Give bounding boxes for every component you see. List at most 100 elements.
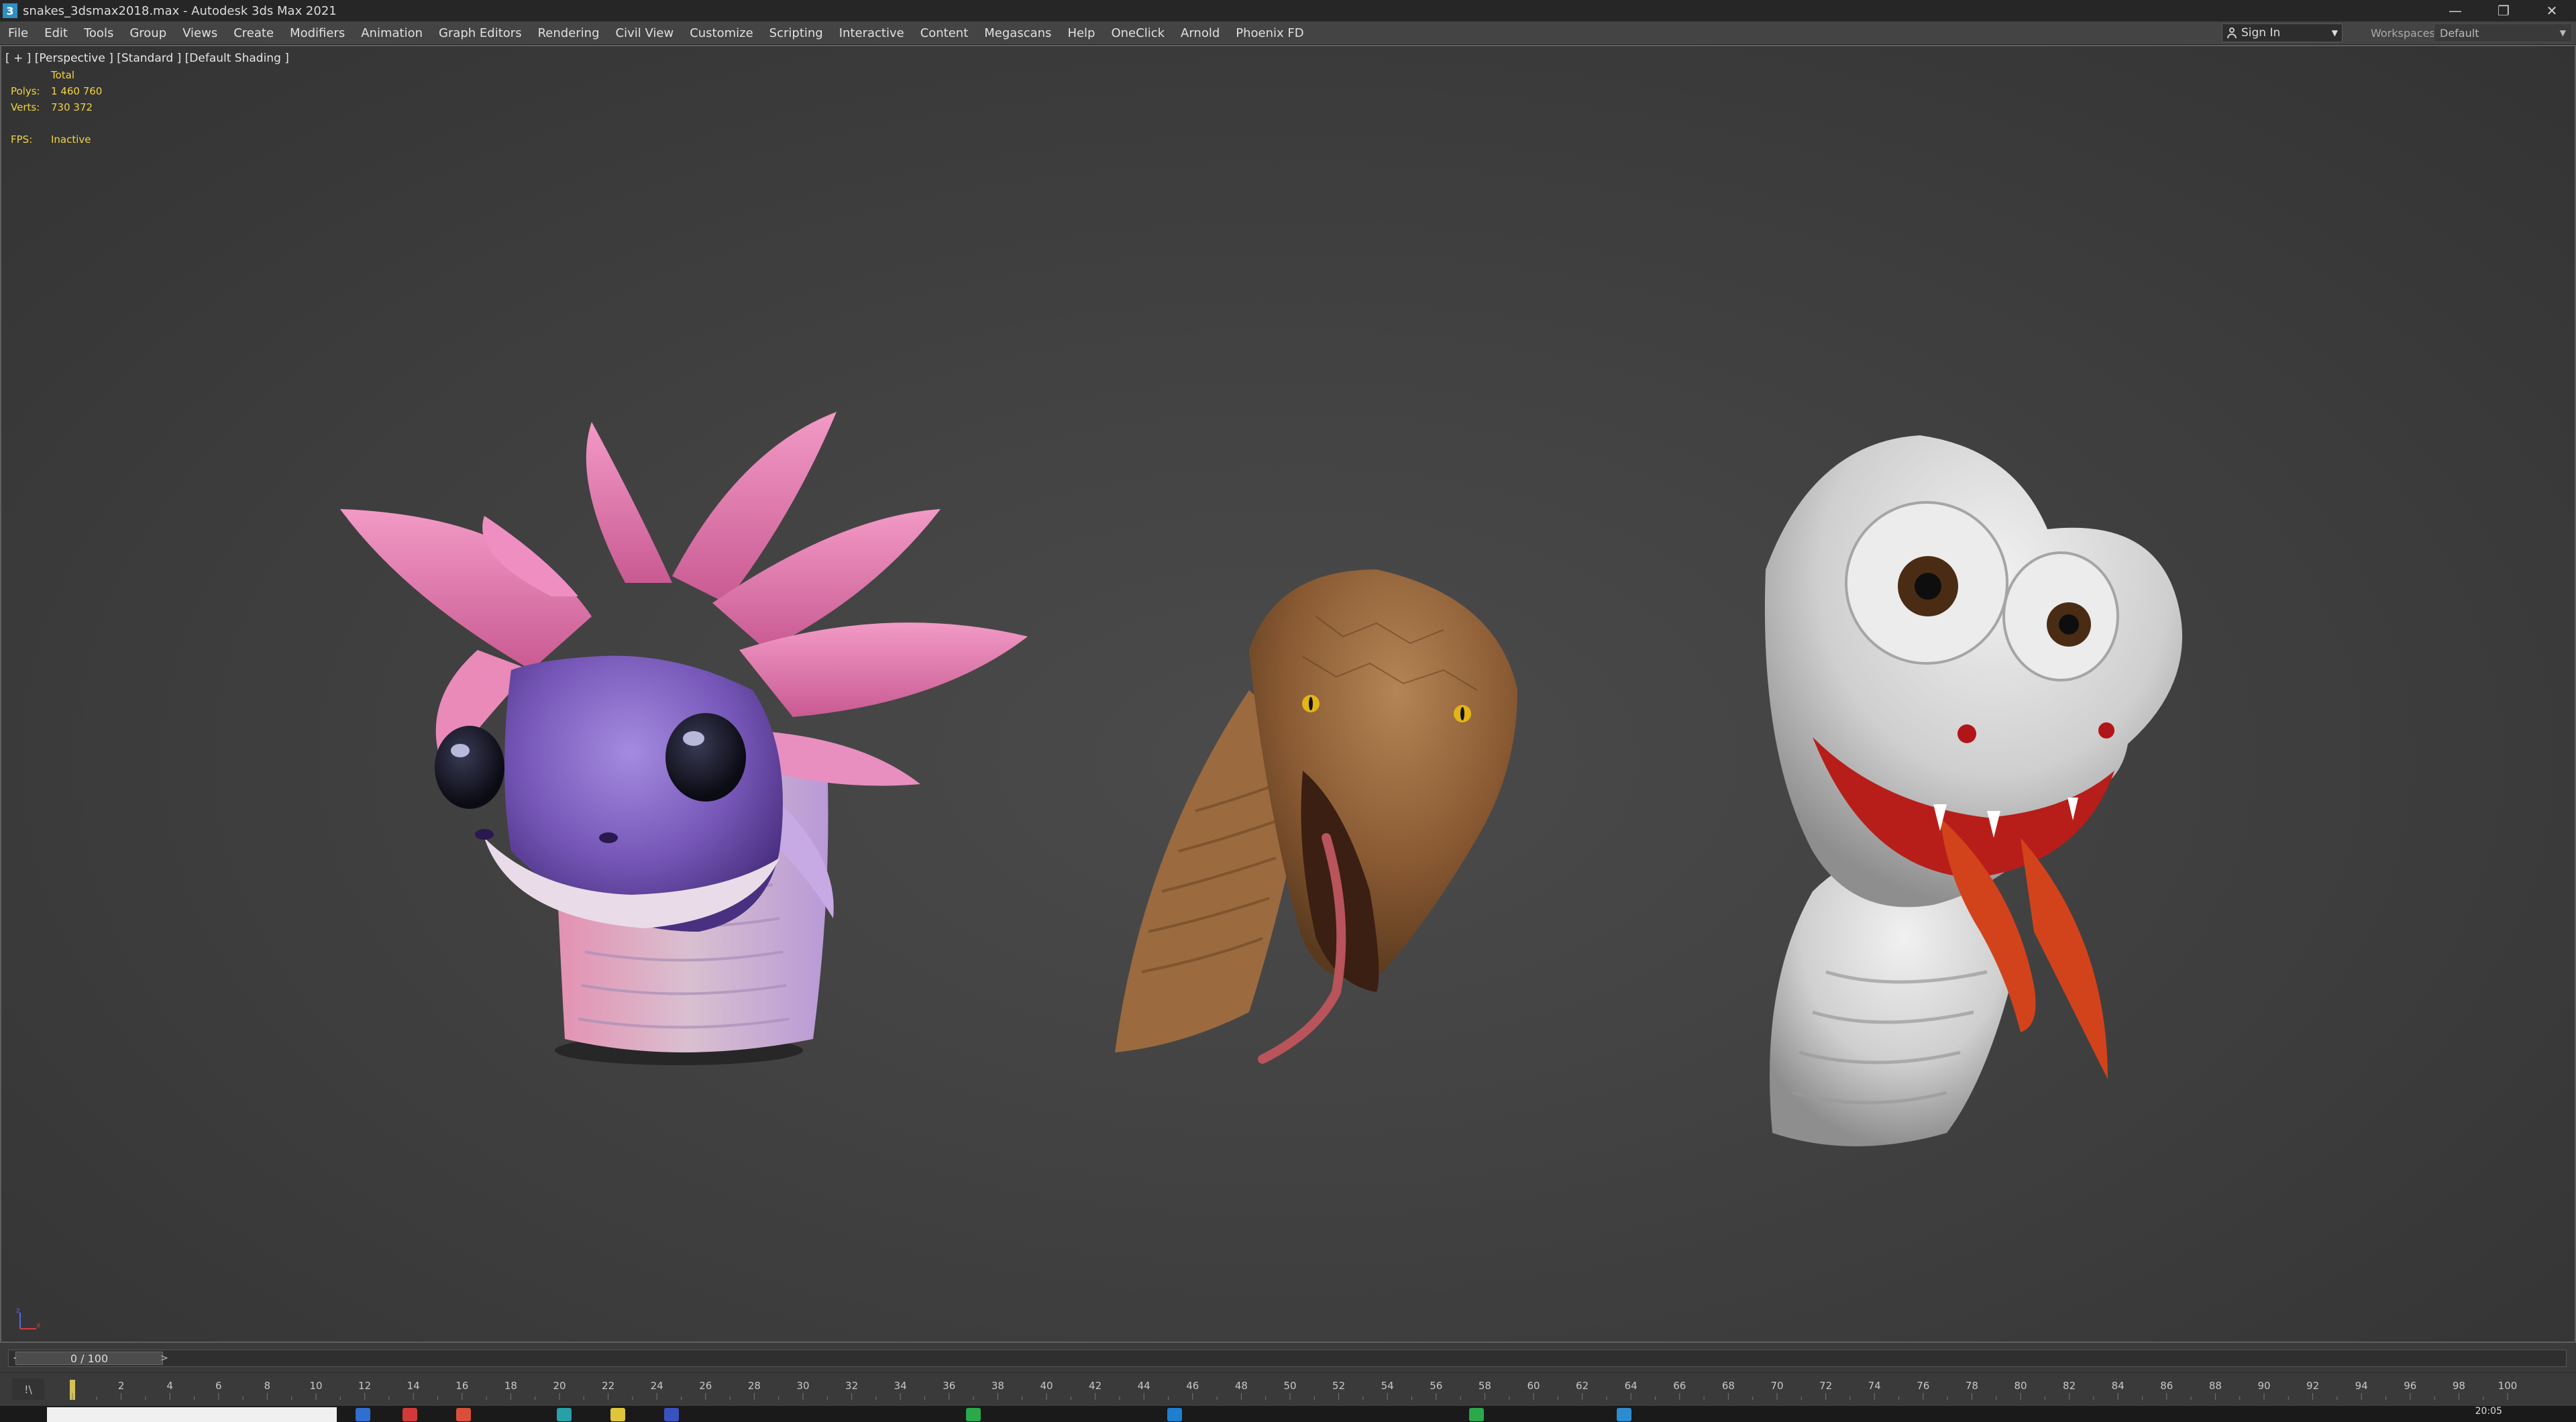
ruler-tick-label: 56 xyxy=(1430,1380,1442,1392)
menu-oneclick[interactable]: OneClick xyxy=(1103,26,1173,40)
ruler-tick-label: 36 xyxy=(943,1380,955,1392)
ruler-tick-label: 60 xyxy=(1527,1380,1540,1392)
chevron-down-icon: ▼ xyxy=(2331,28,2338,38)
menu-content[interactable]: Content xyxy=(912,26,977,40)
ruler-tick-label: 34 xyxy=(894,1380,907,1392)
perspective-viewport[interactable]: [ + ] [Perspective ] [Standard ] [Defaul… xyxy=(0,45,2576,1343)
chevron-down-icon: ▼ xyxy=(2559,28,2566,38)
menu-customize[interactable]: Customize xyxy=(682,26,761,40)
taskbar-clock[interactable]: 20:05 xyxy=(2475,1406,2502,1417)
ruler-tick-label: 68 xyxy=(1722,1380,1735,1392)
time-slider-handle[interactable]: 0 / 100 xyxy=(15,1352,163,1365)
app-icon[interactable]: 3 xyxy=(3,3,17,18)
menu-civil-view[interactable]: Civil View xyxy=(608,26,682,40)
menu-bar: File Edit Tools Group Views Create Modif… xyxy=(0,21,2576,45)
taskbar-app-icon[interactable] xyxy=(664,1408,679,1421)
ruler-tick-label: 90 xyxy=(2257,1380,2270,1392)
ruler-tick-label: 78 xyxy=(1966,1380,1978,1392)
ruler-tick-label: 48 xyxy=(1235,1380,1248,1392)
menu-create[interactable]: Create xyxy=(225,26,282,40)
track-bar[interactable]: !\ 2 4 6 8 10 12 14 16 18 20 22 24 26 28 30 32 34 36 38 40 4… xyxy=(0,1372,2576,1405)
ruler-tick-label: 52 xyxy=(1332,1380,1345,1392)
ruler-tick-label: 4 xyxy=(166,1380,173,1392)
menu-modifiers[interactable]: Modifiers xyxy=(282,26,353,40)
menu-arnold[interactable]: Arnold xyxy=(1173,26,1228,40)
ruler-tick-label: 86 xyxy=(2160,1380,2173,1392)
ruler-tick-label: 24 xyxy=(651,1380,663,1392)
ruler-tick-label: 54 xyxy=(1381,1380,1394,1392)
menu-interactive[interactable]: Interactive xyxy=(831,26,912,40)
menu-animation[interactable]: Animation xyxy=(353,26,431,40)
time-slider-track[interactable]: < 0 / 100 > xyxy=(8,1350,2567,1367)
ruler-tick-label: 8 xyxy=(264,1380,271,1392)
menu-file[interactable]: File xyxy=(0,26,36,40)
ruler-tick-label: 50 xyxy=(1283,1380,1296,1392)
next-frame-button[interactable]: > xyxy=(158,1352,171,1365)
minimize-button[interactable]: — xyxy=(2430,0,2481,21)
ruler-tick-label: 40 xyxy=(1040,1380,1053,1392)
ruler-tick-label: 28 xyxy=(748,1380,761,1392)
dragon-snake-model[interactable] xyxy=(340,412,1028,1065)
taskbar-app-icon[interactable] xyxy=(1167,1408,1182,1421)
sign-in-dropdown[interactable]: Sign In ▼ xyxy=(2222,23,2343,42)
cartoon-snake-model[interactable] xyxy=(1764,435,2182,1146)
taskbar-app-icon[interactable] xyxy=(610,1408,625,1421)
axis-gizmo: z x xyxy=(16,1307,40,1329)
ruler-tick-label: 18 xyxy=(504,1380,517,1392)
ruler-tick-label: 82 xyxy=(2063,1380,2076,1392)
ruler-tick-label: 96 xyxy=(2404,1380,2416,1392)
ruler-tick-label: 80 xyxy=(2014,1380,2027,1392)
scene-render xyxy=(340,412,2182,1146)
ruler-tick-label: 42 xyxy=(1089,1380,1102,1392)
ruler-tick-label: 26 xyxy=(699,1380,712,1392)
window-title: snakes_3dsmax2018.max - Autodesk 3ds Max… xyxy=(23,3,337,18)
ruler-tick-label: 14 xyxy=(407,1380,420,1392)
ruler-tick-label: 30 xyxy=(796,1380,809,1392)
ruler-tick-label: 76 xyxy=(1917,1380,1929,1392)
taskbar-app-icon[interactable] xyxy=(557,1408,572,1421)
ruler-tick-label: 6 xyxy=(215,1380,222,1392)
ruler-tick-label: 2 xyxy=(118,1380,125,1392)
menu-rendering[interactable]: Rendering xyxy=(530,26,608,40)
ruler-tick-label: 66 xyxy=(1673,1380,1686,1392)
taskbar-app-icon[interactable] xyxy=(966,1408,981,1421)
restore-button[interactable]: ❐ xyxy=(2478,0,2529,21)
menu-edit[interactable]: Edit xyxy=(36,26,76,40)
ruler-tick-label: 20 xyxy=(553,1380,566,1392)
taskbar-search-box[interactable] xyxy=(47,1407,337,1422)
taskbar-app-icon[interactable] xyxy=(1469,1408,1484,1421)
taskbar-app-icon[interactable] xyxy=(356,1408,370,1421)
menu-graph-editors[interactable]: Graph Editors xyxy=(431,26,530,40)
menu-megascans[interactable]: Megascans xyxy=(976,26,1059,40)
taskbar-app-icon[interactable] xyxy=(456,1408,471,1421)
taskbar-app-icon[interactable] xyxy=(1617,1408,1631,1421)
close-button[interactable]: ✕ xyxy=(2526,0,2576,21)
menu-views[interactable]: Views xyxy=(174,26,225,40)
menu-phoenix-fd[interactable]: Phoenix FD xyxy=(1228,26,1311,40)
ruler-tick-label: 92 xyxy=(2306,1380,2319,1392)
ruler-tick-label: 64 xyxy=(1625,1380,1638,1392)
ruler-tick-label: 98 xyxy=(2453,1380,2465,1392)
sign-in-label: Sign In xyxy=(2241,26,2281,40)
workspace-value: Default xyxy=(2440,26,2479,40)
menu-help[interactable]: Help xyxy=(1059,26,1103,40)
ruler-tick-label: 72 xyxy=(1819,1380,1832,1392)
ruler-tick-label: 94 xyxy=(2355,1380,2368,1392)
ruler-tick-label: 100 xyxy=(2498,1380,2518,1392)
workspace-select[interactable]: Default ▼ xyxy=(2434,23,2572,42)
menu-scripting[interactable]: Scripting xyxy=(761,26,831,40)
key-filter-button[interactable]: !\ xyxy=(12,1378,44,1400)
menu-tools[interactable]: Tools xyxy=(76,26,121,40)
ruler-tick-label: 46 xyxy=(1186,1380,1199,1392)
cobra-model[interactable] xyxy=(1115,569,1517,1064)
timeline-ruler: 2 4 6 8 10 12 14 16 18 20 22 24 26 28 30 32 34 36 38 40 42 44… xyxy=(72,1380,2518,1400)
ruler-tick-label: 74 xyxy=(1868,1380,1881,1392)
taskbar-app-icon[interactable] xyxy=(402,1408,417,1421)
ruler-tick-label: 70 xyxy=(1770,1380,1783,1392)
ruler-tick-label: 10 xyxy=(309,1380,322,1392)
menu-group[interactable]: Group xyxy=(121,26,174,40)
ruler-tick-label: 32 xyxy=(845,1380,858,1392)
title-bar: 3 snakes_3dsmax2018.max - Autodesk 3ds M… xyxy=(0,0,2576,21)
ruler-tick-label: 16 xyxy=(455,1380,468,1392)
time-slider-bar: < 0 / 100 > xyxy=(0,1344,2576,1372)
